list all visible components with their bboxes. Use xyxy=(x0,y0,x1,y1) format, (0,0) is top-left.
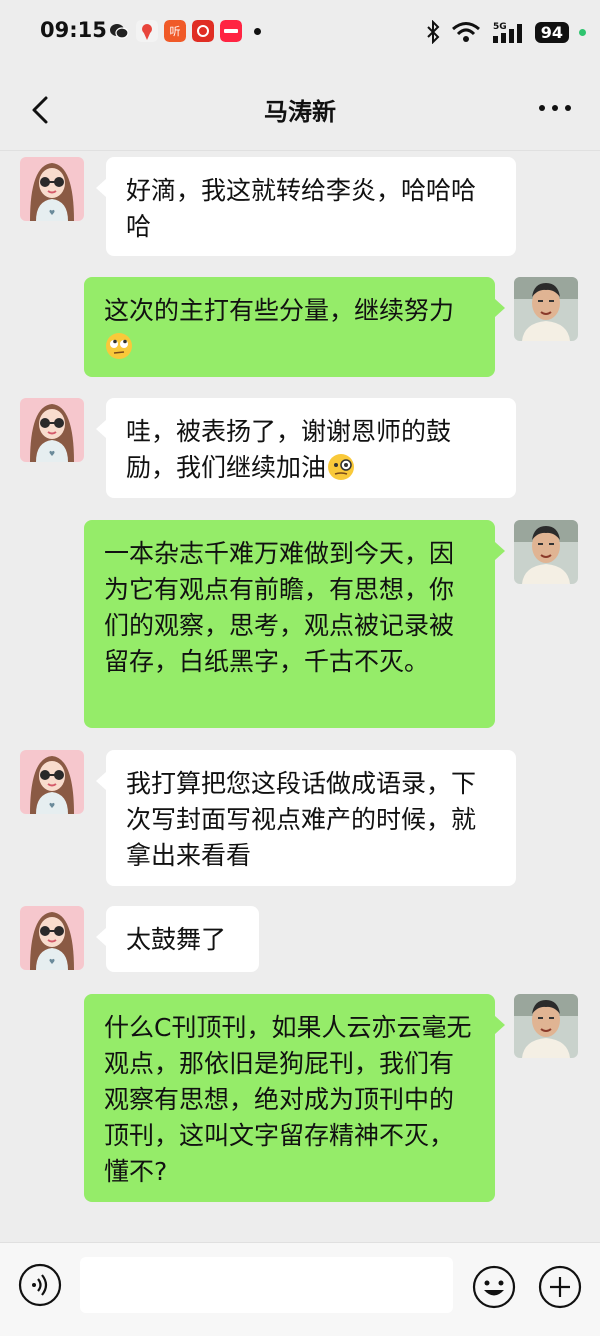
bluetooth-icon xyxy=(427,20,440,44)
more-functions-plus-icon[interactable] xyxy=(538,1265,582,1309)
chat-title: 马涛新 xyxy=(264,98,336,126)
system-icons: 5G 94 xyxy=(425,20,586,44)
more-notifications-dot xyxy=(254,27,261,35)
message-bubble[interactable]: 什么C刊顶刊，如果人云亦云毫无观点，那依旧是狗屁刊，我们有观察有思想，绝对成为顶… xyxy=(84,994,505,1202)
contact-avatar[interactable] xyxy=(20,157,84,221)
contact-avatar[interactable] xyxy=(20,906,84,970)
privacy-indicator-dot xyxy=(579,28,586,36)
pinduoduo-icon xyxy=(192,20,214,42)
voice-input-icon[interactable] xyxy=(18,1263,62,1307)
cellular-5g-icon: 5G xyxy=(492,22,522,43)
listen-app-icon: 听 xyxy=(164,20,186,42)
more-options-icon[interactable] xyxy=(538,98,572,118)
location-app-icon xyxy=(136,20,158,42)
wifi-icon xyxy=(451,22,480,42)
svg-text:听: 听 xyxy=(170,25,181,38)
input-bar xyxy=(0,1242,600,1336)
message-bubble[interactable]: 哇，被表扬了，谢谢恩师的鼓励，我们继续加油 xyxy=(96,398,516,498)
message-text: 好滴，我这就转给李炎，哈哈哈哈 xyxy=(126,176,477,241)
message-bubble[interactable]: 这次的主打有些分量，继续努力 xyxy=(84,277,505,377)
contact-avatar[interactable] xyxy=(20,750,84,814)
message-input[interactable] xyxy=(80,1257,453,1313)
status-time: 09:15 xyxy=(40,18,107,42)
message-text: 哇，被表扬了，谢谢恩师的鼓励，我们继续加油 xyxy=(126,417,452,482)
monocle-face-emoji-icon xyxy=(328,454,355,480)
message-text: 我打算把您这段话做成语录，下次写封面写视点难产的时候，就拿出来看看 xyxy=(126,769,477,870)
xiaohongshu-icon xyxy=(220,20,242,42)
self-avatar[interactable] xyxy=(514,277,578,341)
self-avatar[interactable] xyxy=(514,520,578,584)
message-text: 太鼓舞了 xyxy=(126,925,227,954)
message-text: 这次的主打有些分量，继续努力 xyxy=(104,296,455,325)
battery-indicator: 94 xyxy=(534,21,569,43)
self-avatar[interactable] xyxy=(514,994,578,1058)
message-bubble[interactable]: 太鼓舞了 xyxy=(96,906,259,972)
wechat-icon xyxy=(110,24,129,39)
contact-avatar[interactable] xyxy=(20,398,84,462)
emoji-picker-icon[interactable] xyxy=(472,1265,516,1309)
status-bar: 09:15 听 5G 94 xyxy=(0,0,600,70)
message-bubble[interactable]: 好滴，我这就转给李炎，哈哈哈哈 xyxy=(96,157,516,256)
message-text: 一本杂志千难万难做到今天，因为它有观点有前瞻，有思想，你们的观察，思考，观点被记… xyxy=(104,539,455,676)
message-bubble[interactable]: 我打算把您这段话做成语录，下次写封面写视点难产的时候，就拿出来看看 xyxy=(96,750,516,886)
message-bubble[interactable]: 一本杂志千难万难做到今天，因为它有观点有前瞻，有思想，你们的观察，思考，观点被记… xyxy=(84,520,505,728)
notification-icons: 听 xyxy=(108,20,261,42)
eye-roll-emoji-icon xyxy=(106,333,132,359)
svg-text:5G: 5G xyxy=(493,22,507,32)
message-text: 什么C刊顶刊，如果人云亦云毫无观点，那依旧是狗屁刊，我们有观察有思想，绝对成为顶… xyxy=(104,1013,472,1186)
chat-header: 马涛新 xyxy=(0,70,600,151)
